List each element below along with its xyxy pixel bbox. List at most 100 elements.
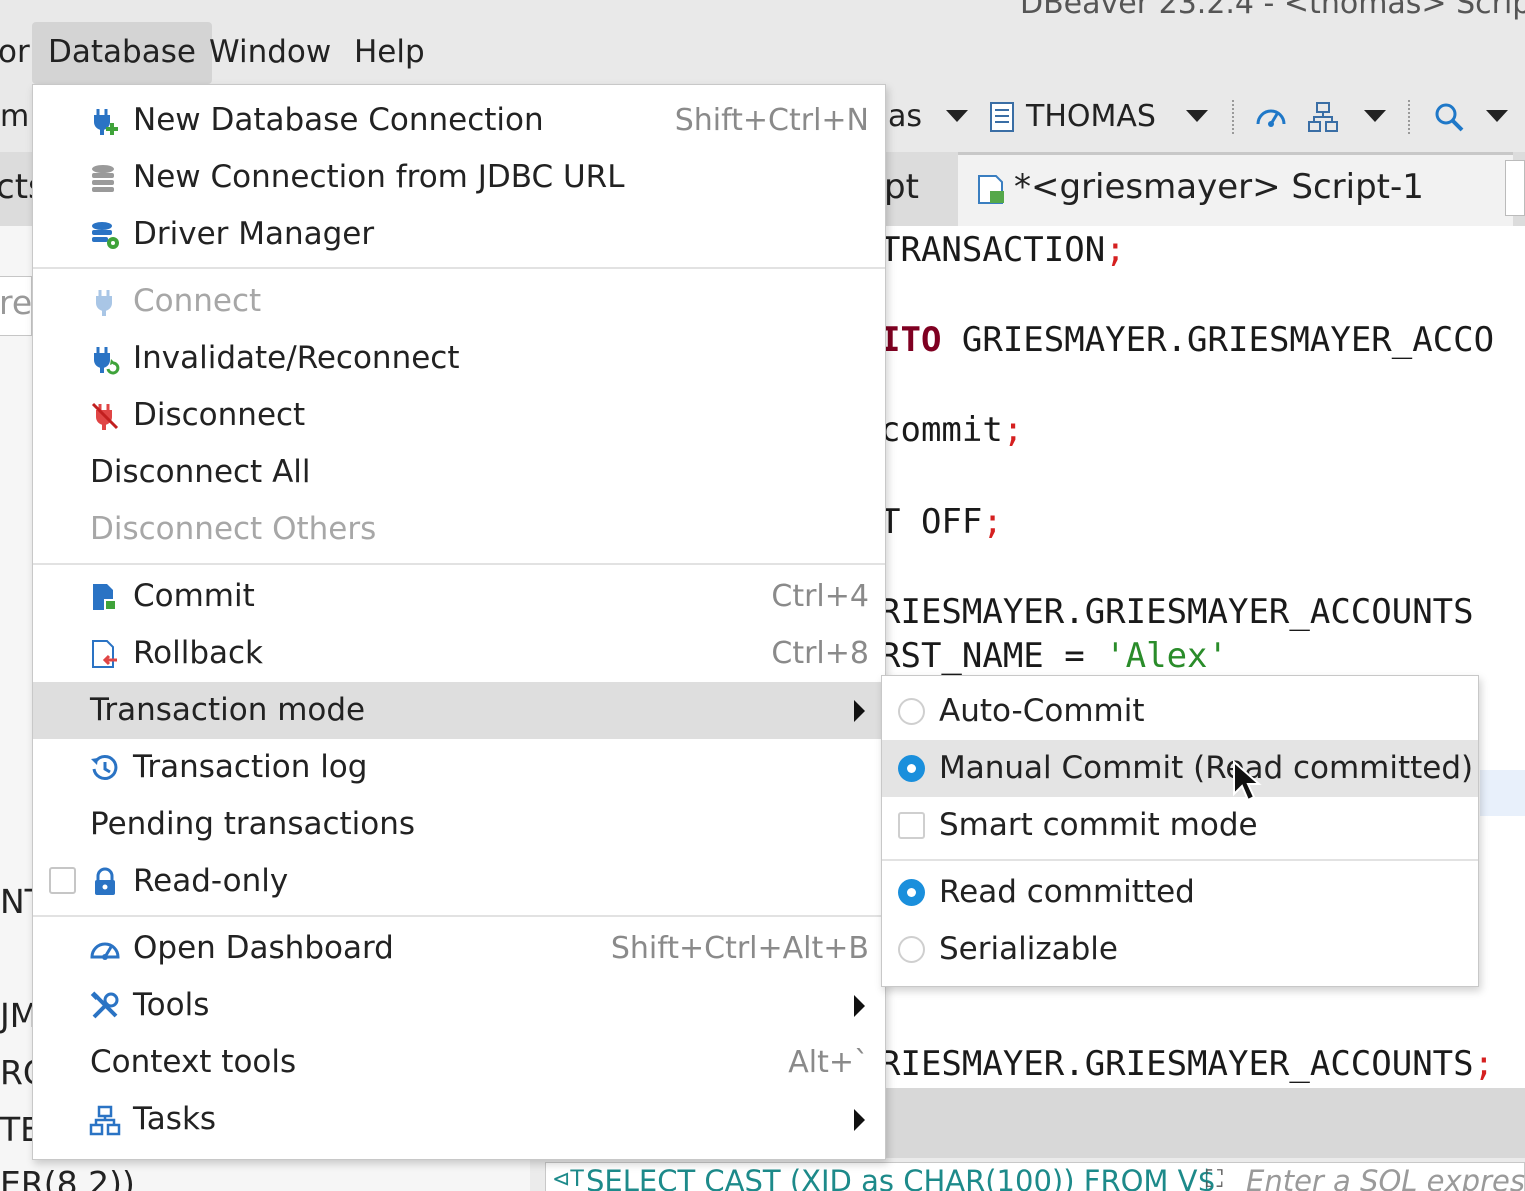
menu-item-open-dashboard[interactable]: Open Dashboard Shift+Ctrl+Alt+B <box>33 920 885 977</box>
navigator-filter-text: re <box>0 283 33 322</box>
submenu-item-auto-commit[interactable]: Auto-Commit <box>882 683 1478 740</box>
menu-separator <box>33 267 885 269</box>
tab-script-1[interactable]: *<griesmayer> Script-1 <box>958 152 1513 228</box>
menu-item-disconnect[interactable]: Disconnect <box>33 387 885 444</box>
menu-item-commit[interactable]: Commit Ctrl+4 <box>33 568 885 625</box>
menu-item-new-database-connection[interactable]: New Database Connection Shift+Ctrl+N <box>33 92 885 149</box>
menu-item-connect: Connect <box>33 273 885 330</box>
menu-label: Pending transactions <box>90 806 416 842</box>
user-selector-label[interactable]: THOMAS <box>1026 86 1156 148</box>
sql-history-text[interactable]: SELECT CAST (XID as CHAR(100)) FROM V$ <box>586 1164 1216 1191</box>
menu-label: Tasks <box>133 1101 217 1137</box>
menu-item-driver-manager[interactable]: Driver Manager <box>33 206 885 263</box>
sql-filter-placeholder[interactable]: Enter a SQL express <box>1246 1164 1525 1191</box>
tasks-icon <box>89 1105 121 1136</box>
submenu-arrow-icon <box>854 700 865 722</box>
menu-shortcut: Alt+` <box>788 1045 869 1080</box>
read-only-checkbox[interactable] <box>49 867 76 894</box>
manual-commit-radio[interactable] <box>898 755 925 782</box>
navigator-row: ER(8,2)) <box>0 1164 135 1191</box>
database-stack-icon <box>92 165 114 192</box>
submenu-arrow-icon <box>854 995 865 1017</box>
menu-label: Context tools <box>90 1044 297 1080</box>
menu-label: Driver Manager <box>133 216 375 252</box>
menu-label: Open Dashboard <box>133 930 394 966</box>
menu-label: Tools <box>133 987 210 1023</box>
menu-item-tasks[interactable]: Tasks <box>33 1091 885 1148</box>
submenu-item-smart-commit[interactable]: Smart commit mode <box>882 797 1478 854</box>
menu-item-new-connection-jdbc[interactable]: New Connection from JDBC URL <box>33 149 885 206</box>
submenu-label: Smart commit mode <box>939 807 1258 843</box>
tasks-dropdown-caret-icon[interactable] <box>1364 110 1386 122</box>
search-dropdown-caret-icon[interactable] <box>1486 110 1508 122</box>
menu-label: Invalidate/Reconnect <box>133 340 460 376</box>
menu-label: Disconnect Others <box>90 511 377 547</box>
database-menu: New Database Connection Shift+Ctrl+N New… <box>32 84 886 1160</box>
tab-script-1-label: *<griesmayer> Script-1 <box>1014 167 1424 207</box>
serializable-radio[interactable] <box>898 936 925 963</box>
submenu-item-read-committed[interactable]: Read committed <box>882 864 1478 921</box>
submenu-separator <box>882 859 1478 861</box>
current-line-highlight <box>1480 770 1525 816</box>
tab-overflow[interactable] <box>1505 160 1525 216</box>
submenu-label: Read committed <box>939 874 1195 910</box>
sql-script-icon <box>978 175 1004 204</box>
menubar-item-window[interactable]: Window <box>193 22 347 84</box>
menu-separator <box>33 563 885 565</box>
code-line: ITO GRIESMAYER.GRIESMAYER_ACCO <box>880 320 1495 360</box>
menu-label: Transaction log <box>133 749 368 785</box>
menu-item-read-only[interactable]: Read-only <box>33 853 885 910</box>
menu-label: Connect <box>133 283 262 319</box>
plug-icon <box>96 290 112 316</box>
menu-item-rollback[interactable]: Rollback Ctrl+8 <box>33 625 885 682</box>
schema-selector-fragment[interactable]: as <box>888 86 922 148</box>
tasks-icon[interactable] <box>1306 100 1340 134</box>
code-line: RST_NAME = 'Alex' <box>880 636 1228 676</box>
commit-icon <box>93 584 117 611</box>
menu-item-tools[interactable]: Tools <box>33 977 885 1034</box>
read-committed-radio[interactable] <box>898 879 925 906</box>
auto-commit-radio[interactable] <box>898 698 925 725</box>
menubar-item-database[interactable]: Database <box>32 22 212 84</box>
menu-shortcut: Shift+Ctrl+Alt+B <box>610 931 869 966</box>
toolbar-separator <box>1232 100 1234 134</box>
smart-commit-checkbox[interactable] <box>898 812 925 839</box>
submenu-item-manual-commit[interactable]: Manual Commit (Read committed) <box>882 740 1478 797</box>
dashboard-gauge-icon <box>90 942 120 960</box>
navigator-filter-input[interactable]: re <box>0 276 32 336</box>
menu-label: Transaction mode <box>90 692 366 728</box>
menu-shortcut: Ctrl+4 <box>771 579 869 614</box>
tools-icon <box>90 991 119 1019</box>
code-line: RIESMAYER.GRIESMAYER_ACCOUNTS <box>880 592 1474 632</box>
menu-item-transaction-log[interactable]: Transaction log <box>33 739 885 796</box>
user-dropdown-caret-icon[interactable] <box>1186 110 1208 122</box>
code-line: commit; <box>880 410 1024 450</box>
transaction-mode-submenu: Auto-Commit Manual Commit (Read committe… <box>881 675 1479 987</box>
menubar-item-help[interactable]: Help <box>338 22 441 84</box>
menu-shortcut: Ctrl+8 <box>771 636 869 671</box>
menu-item-disconnect-all[interactable]: Disconnect All <box>33 444 885 501</box>
code-line: T OFF; <box>880 502 1003 542</box>
menu-item-invalidate-reconnect[interactable]: Invalidate/Reconnect <box>33 330 885 387</box>
search-icon[interactable] <box>1432 100 1466 134</box>
toolbar-separator <box>1408 100 1410 134</box>
dashboard-gauge-icon[interactable] <box>1254 100 1288 134</box>
menu-item-pending-transactions[interactable]: Pending transactions <box>33 796 885 853</box>
sql-history-icon[interactable]: ⊲T <box>552 1169 584 1191</box>
menu-item-transaction-mode[interactable]: Transaction mode <box>33 682 885 739</box>
rollback-icon <box>92 640 117 668</box>
menu-separator <box>33 915 885 917</box>
menu-label: Disconnect <box>133 397 306 433</box>
submenu-label: Manual Commit (Read committed) <box>939 750 1474 786</box>
menu-label: Commit <box>133 578 255 614</box>
menu-label: New Database Connection <box>133 102 544 138</box>
expand-icon[interactable]: ⛶ <box>1206 1166 1236 1191</box>
schema-icon <box>990 102 1014 132</box>
submenu-item-serializable[interactable]: Serializable <box>882 921 1478 978</box>
tab-script-prev[interactable]: pt <box>884 152 919 222</box>
menu-label: Read-only <box>133 863 289 899</box>
mouse-pointer-icon <box>1233 760 1262 802</box>
schema-dropdown-caret-icon[interactable] <box>946 110 968 122</box>
navigator-panel <box>0 226 32 1191</box>
menu-item-context-tools[interactable]: Context tools Alt+` <box>33 1034 885 1091</box>
